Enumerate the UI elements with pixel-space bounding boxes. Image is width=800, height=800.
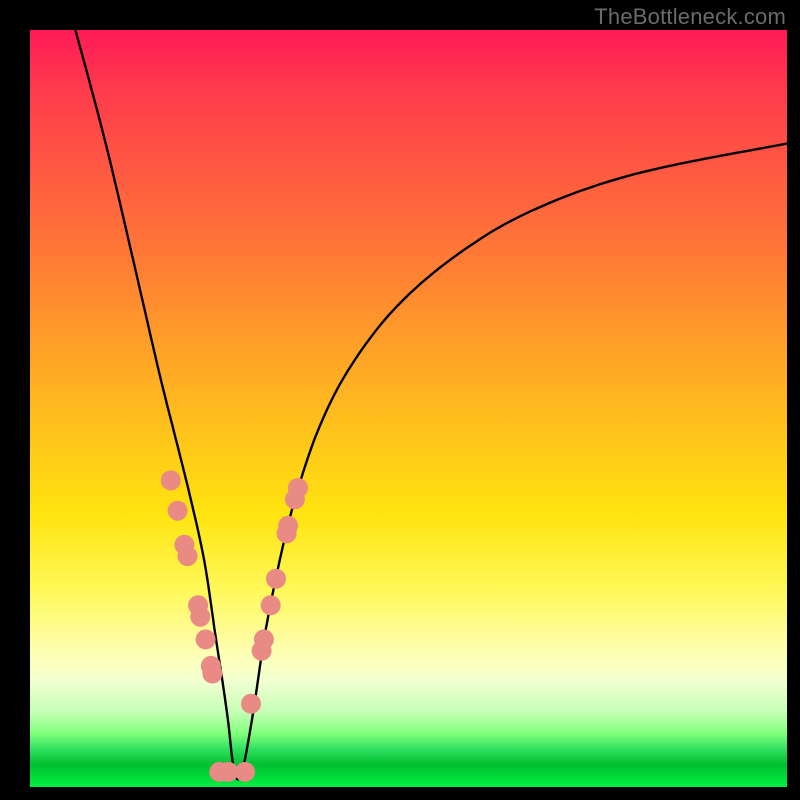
highlight-dot <box>161 470 181 490</box>
highlight-dot <box>190 607 210 627</box>
highlight-dot <box>168 501 188 521</box>
highlight-dot <box>278 516 298 536</box>
highlight-dot <box>235 762 255 782</box>
watermark-text: TheBottleneck.com <box>594 4 786 30</box>
highlight-dot <box>202 664 222 684</box>
highlight-dot <box>261 595 281 615</box>
highlight-dot <box>196 629 216 649</box>
highlight-dot <box>178 546 198 566</box>
highlight-dot <box>254 629 274 649</box>
highlight-dot <box>241 694 261 714</box>
chart-frame: TheBottleneck.com <box>0 0 800 800</box>
bottleneck-curve <box>75 30 787 779</box>
highlight-dot <box>266 569 286 589</box>
curve-path <box>75 30 787 779</box>
chart-svg <box>30 30 787 787</box>
highlight-dots-group <box>161 470 308 782</box>
highlight-dot <box>288 478 308 498</box>
